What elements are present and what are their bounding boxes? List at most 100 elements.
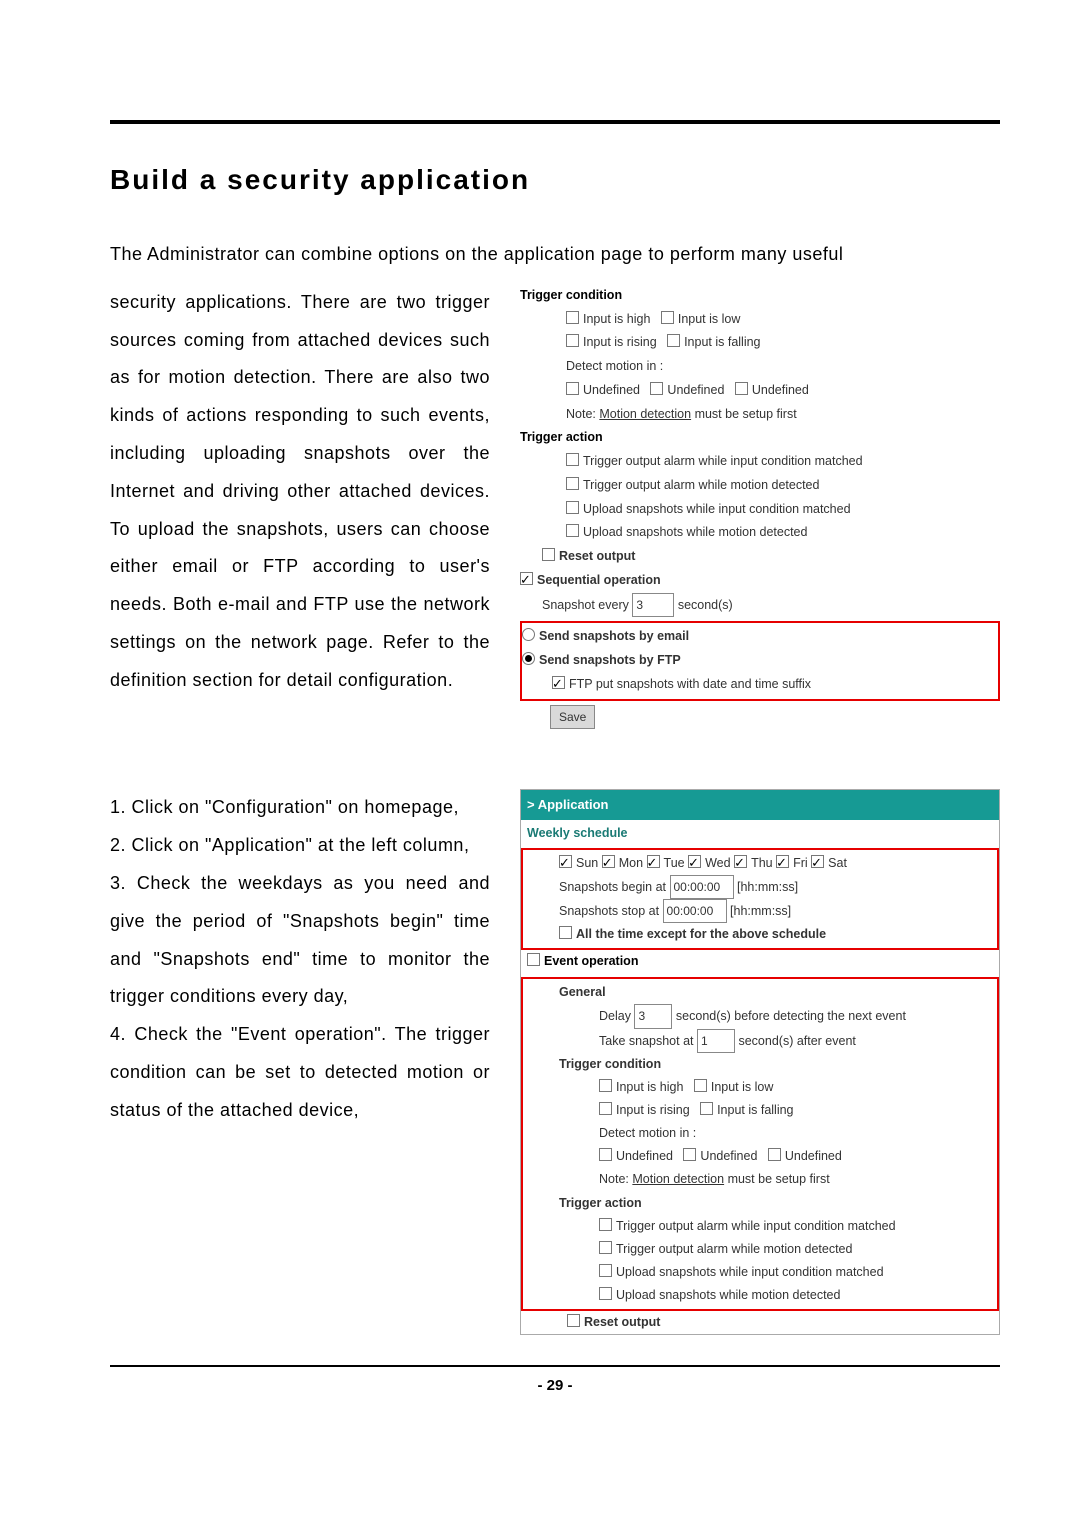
weekly-schedule-heading: Weekly schedule	[521, 820, 999, 847]
checkbox-ftp-suffix[interactable]	[552, 676, 565, 689]
checkbox-event-operation[interactable]	[527, 953, 540, 966]
checkbox-tue[interactable]	[647, 855, 660, 868]
hhmmss-label-2: [hh:mm:ss]	[730, 904, 791, 918]
label-ta2: Trigger output alarm while motion detect…	[583, 478, 819, 492]
checkbox-undef-2c[interactable]	[768, 1148, 781, 1161]
checkbox-undef-2b[interactable]	[683, 1148, 696, 1161]
delay-suffix: second(s) before detecting the next even…	[676, 1009, 906, 1023]
label-input-falling-2: Input is falling	[717, 1103, 793, 1117]
label-input-low: Input is low	[678, 312, 741, 326]
checkbox-ta3-2[interactable]	[599, 1264, 612, 1277]
detect-motion-label-2: Detect motion in :	[523, 1122, 997, 1145]
label-ta1: Trigger output alarm while input conditi…	[583, 454, 863, 468]
delay-input[interactable]: 3	[634, 1004, 672, 1028]
checkbox-input-high-2[interactable]	[599, 1079, 612, 1092]
checkbox-ta1[interactable]	[566, 453, 579, 466]
trigger-condition-heading-2: Trigger condition	[559, 1057, 661, 1071]
top-rule	[110, 120, 1000, 124]
step-4: 4. Check the "Event operation". The trig…	[110, 1016, 490, 1129]
checkbox-fri[interactable]	[776, 855, 789, 868]
note-prefix: Note:	[566, 407, 599, 421]
checkbox-reset-output-2[interactable]	[567, 1314, 580, 1327]
label-undef-2b: Undefined	[700, 1149, 757, 1163]
checkbox-input-rising[interactable]	[566, 334, 579, 347]
checkbox-sat[interactable]	[811, 855, 824, 868]
label-send-email: Send snapshots by email	[539, 629, 689, 643]
page-number: - 29 -	[110, 1377, 1000, 1394]
checkbox-input-falling[interactable]	[667, 334, 680, 347]
label-ta3: Upload snapshots while input condition m…	[583, 502, 851, 516]
note-prefix-2: Note:	[599, 1172, 632, 1186]
motion-detection-link[interactable]: Motion detection	[599, 407, 691, 421]
label-tue: Tue	[664, 856, 685, 870]
snapshots-stop-input[interactable]: 00:00:00	[663, 899, 727, 923]
checkbox-all-time-except[interactable]	[559, 926, 572, 939]
motion-detection-link-2[interactable]: Motion detection	[632, 1172, 724, 1186]
label-undef-2c: Undefined	[785, 1149, 842, 1163]
checkbox-wed[interactable]	[688, 855, 701, 868]
radio-send-ftp[interactable]	[522, 652, 535, 665]
checkbox-sun[interactable]	[559, 855, 572, 868]
checkbox-ta2-2[interactable]	[599, 1241, 612, 1254]
trigger-condition-heading: Trigger condition	[520, 284, 1000, 308]
label-ta2-2: Trigger output alarm while motion detect…	[616, 1242, 852, 1256]
label-ta3-2: Upload snapshots while input condition m…	[616, 1265, 884, 1279]
checkbox-input-falling-2[interactable]	[700, 1102, 713, 1115]
snapshot-every-input[interactable]: 3	[632, 593, 674, 618]
checkbox-input-high[interactable]	[566, 311, 579, 324]
motion-note: Note: Motion detection must be setup fir…	[520, 403, 1000, 427]
label-reset-output-2: Reset output	[584, 1315, 660, 1329]
checkbox-sequential-operation[interactable]	[520, 572, 533, 585]
checkbox-ta4[interactable]	[566, 524, 579, 537]
save-button[interactable]: Save	[550, 705, 595, 730]
label-send-ftp: Send snapshots by FTP	[539, 653, 681, 667]
label-ta4: Upload snapshots while motion detected	[583, 525, 807, 539]
application-header-bar: > Application	[521, 790, 999, 820]
label-input-low-2: Input is low	[711, 1080, 774, 1094]
label-sat: Sat	[828, 856, 847, 870]
checkbox-input-rising-2[interactable]	[599, 1102, 612, 1115]
note-suffix-2: must be setup first	[724, 1172, 830, 1186]
checkbox-undef-2a[interactable]	[599, 1148, 612, 1161]
trigger-action-heading-2: Trigger action	[559, 1196, 642, 1210]
checkbox-undef-2[interactable]	[650, 382, 663, 395]
take-snapshot-input[interactable]: 1	[697, 1029, 735, 1053]
snapshots-stop-label: Snapshots stop at	[559, 904, 663, 918]
checkbox-ta3[interactable]	[566, 501, 579, 514]
label-wed: Wed	[705, 856, 730, 870]
general-heading: General	[559, 985, 606, 999]
label-mon: Mon	[619, 856, 643, 870]
trigger-action-heading: Trigger action	[520, 426, 1000, 450]
take-snapshot-suffix: second(s) after event	[738, 1034, 855, 1048]
label-ta4-2: Upload snapshots while motion detected	[616, 1288, 840, 1302]
label-undef-1: Undefined	[583, 383, 640, 397]
step-1: 1. Click on "Configuration" on homepage,	[110, 789, 490, 827]
application-panel: > Application Weekly schedule Sun Mon Tu…	[520, 789, 1000, 1335]
checkbox-input-low-2[interactable]	[694, 1079, 707, 1092]
checkbox-mon[interactable]	[602, 855, 615, 868]
detect-motion-label: Detect motion in :	[520, 355, 1000, 379]
label-thu: Thu	[751, 856, 773, 870]
radio-send-email[interactable]	[522, 628, 535, 641]
label-sun: Sun	[576, 856, 598, 870]
snapshot-every-suffix: second(s)	[678, 598, 733, 612]
checkbox-undef-3[interactable]	[735, 382, 748, 395]
label-ftp-suffix: FTP put snapshots with date and time suf…	[569, 677, 811, 691]
checkbox-ta2[interactable]	[566, 477, 579, 490]
checkbox-ta4-2[interactable]	[599, 1287, 612, 1300]
label-input-high-2: Input is high	[616, 1080, 683, 1094]
take-snapshot-label: Take snapshot at	[599, 1034, 697, 1048]
checkbox-reset-output[interactable]	[542, 548, 555, 561]
bottom-rule	[110, 1365, 1000, 1367]
send-snapshots-box: Send snapshots by email Send snapshots b…	[520, 621, 1000, 700]
label-ta1-2: Trigger output alarm while input conditi…	[616, 1219, 896, 1233]
checkbox-undef-1[interactable]	[566, 382, 579, 395]
checkbox-ta1-2[interactable]	[599, 1218, 612, 1231]
checkbox-input-low[interactable]	[661, 311, 674, 324]
checkbox-thu[interactable]	[734, 855, 747, 868]
snapshots-begin-input[interactable]: 00:00:00	[670, 875, 734, 899]
label-undef-3: Undefined	[752, 383, 809, 397]
body-paragraph: security applications. There are two tri…	[110, 284, 490, 700]
label-undef-2: Undefined	[667, 383, 724, 397]
hhmmss-label-1: [hh:mm:ss]	[737, 880, 798, 894]
